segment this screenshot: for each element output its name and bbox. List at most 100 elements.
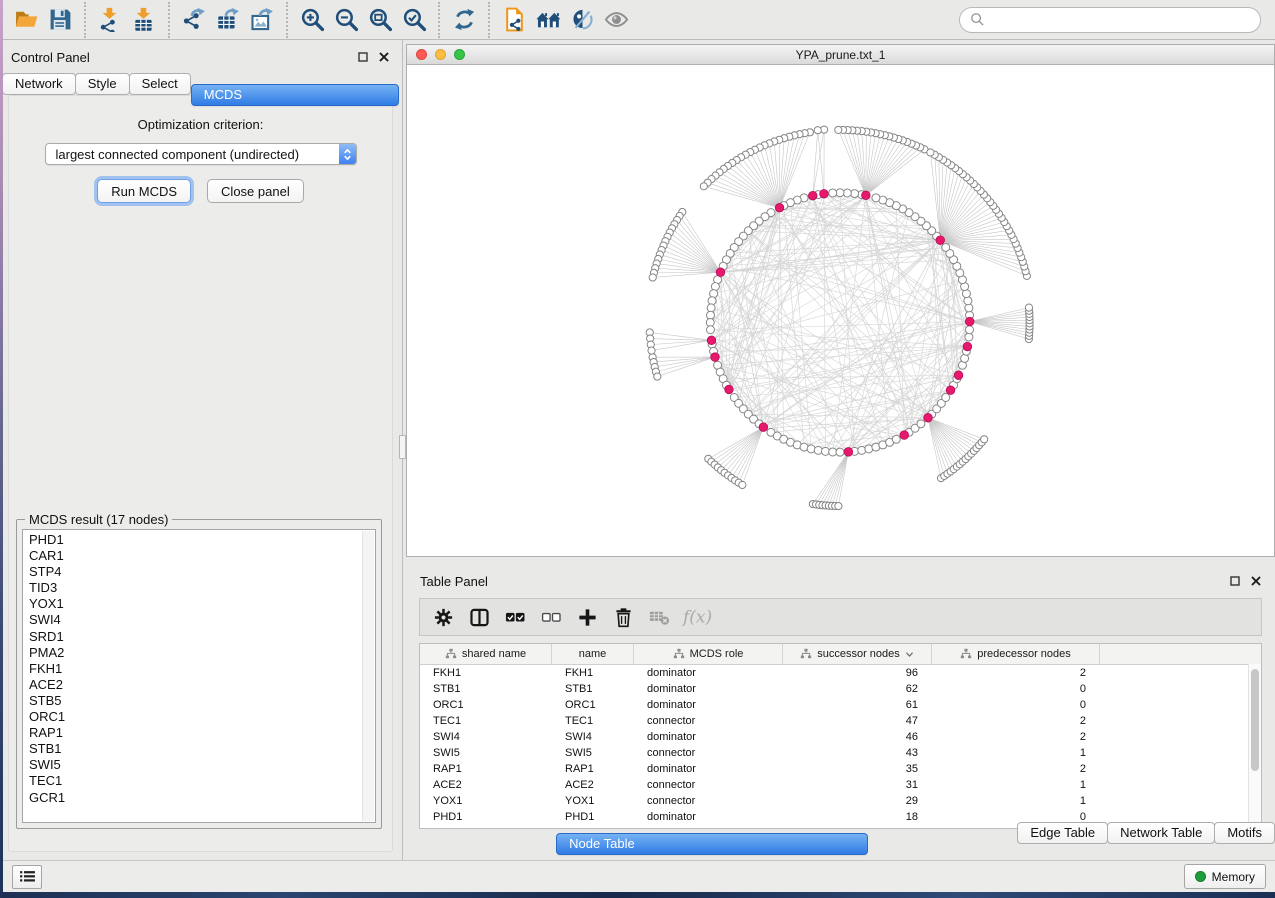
zoom-selected-icon[interactable] [400, 6, 428, 34]
eye-icon[interactable] [602, 6, 630, 34]
tab-select[interactable]: Select [129, 73, 191, 95]
tab-node-table[interactable]: Node Table [556, 833, 868, 855]
network-node[interactable] [700, 183, 707, 190]
network-node[interactable] [706, 318, 714, 326]
network-hub-node[interactable] [759, 423, 768, 432]
network-hub-node[interactable] [716, 268, 725, 277]
network-node[interactable] [821, 447, 829, 455]
mcds-node-item[interactable]: STP4 [29, 564, 375, 580]
network-hub-node[interactable] [965, 317, 974, 326]
tab-style[interactable]: Style [75, 73, 130, 95]
zoom-in-icon[interactable] [298, 6, 326, 34]
import-network-icon[interactable] [96, 6, 124, 34]
network-node[interactable] [829, 189, 837, 197]
deselect-all-checks-icon[interactable] [538, 603, 564, 631]
network-hub-node[interactable] [946, 386, 955, 395]
network-node[interactable] [814, 127, 821, 134]
network-window-titlebar[interactable]: YPA_prune.txt_1 [407, 45, 1274, 65]
network-hub-node[interactable] [862, 191, 871, 200]
table-row[interactable]: ACE2ACE2connector311 [420, 777, 1261, 793]
network-hub-node[interactable] [924, 413, 933, 422]
network-hub-node[interactable] [900, 431, 909, 440]
splitter-grip[interactable] [399, 435, 406, 459]
network-hub-node[interactable] [963, 342, 972, 351]
network-hub-node[interactable] [775, 203, 784, 212]
mcds-node-item[interactable]: TEC1 [29, 773, 375, 789]
network-node[interactable] [739, 481, 746, 488]
column-header-name[interactable]: name [552, 644, 634, 664]
column-header-predecessor-nodes[interactable]: predecessor nodes [932, 644, 1100, 664]
network-node[interactable] [814, 446, 822, 454]
network-node[interactable] [942, 394, 950, 402]
network-node[interactable] [1025, 304, 1032, 311]
network-hub-node[interactable] [808, 191, 817, 200]
tab-network[interactable]: Network [2, 73, 76, 95]
mcds-node-item[interactable]: GCR1 [29, 790, 375, 806]
mcds-node-item[interactable]: SWI4 [29, 612, 375, 628]
mcds-node-item[interactable]: PMA2 [29, 645, 375, 661]
export-table-icon[interactable] [214, 6, 242, 34]
table-row[interactable]: ORC1ORC1dominator610 [420, 697, 1261, 713]
tab-edge-table[interactable]: Edge Table [1017, 822, 1108, 844]
show-panels-list-button[interactable] [12, 865, 42, 889]
network-node[interactable] [707, 304, 715, 312]
network-node[interactable] [942, 243, 950, 251]
network-node[interactable] [981, 436, 988, 443]
mcds-node-item[interactable]: STB1 [29, 741, 375, 757]
refresh-icon[interactable] [450, 6, 478, 34]
mcds-node-item[interactable]: ACE2 [29, 677, 375, 693]
open-folder-icon[interactable] [12, 6, 40, 34]
network-node[interactable] [708, 297, 716, 305]
run-mcds-button[interactable]: Run MCDS [97, 179, 191, 203]
mcds-node-item[interactable]: YOX1 [29, 596, 375, 612]
column-header-shared-name[interactable]: shared name [420, 644, 552, 664]
mcds-list-scrollbar[interactable] [362, 531, 374, 821]
column-header-MCDS-role[interactable]: MCDS role [634, 644, 783, 664]
mcds-node-item[interactable]: RAP1 [29, 725, 375, 741]
network-hub-node[interactable] [844, 448, 853, 457]
table-row[interactable]: STB1STB1dominator620 [420, 681, 1261, 697]
network-hub-node[interactable] [711, 353, 720, 362]
network-node[interactable] [707, 326, 715, 334]
network-node[interactable] [649, 274, 656, 281]
select-all-checks-icon[interactable] [502, 603, 528, 631]
network-node[interactable] [835, 126, 842, 133]
panel-splitter[interactable] [399, 40, 406, 860]
save-disk-icon[interactable] [46, 6, 74, 34]
network-canvas[interactable] [407, 64, 1274, 556]
table-row[interactable]: YOX1YOX1connector291 [420, 793, 1261, 809]
tab-motifs[interactable]: Motifs [1214, 822, 1275, 844]
zoom-fit-icon[interactable] [366, 6, 394, 34]
table-row[interactable]: SWI4SWI4dominator462 [420, 729, 1261, 745]
network-node[interactable] [965, 304, 973, 312]
mcds-node-item[interactable]: STB5 [29, 693, 375, 709]
network-node[interactable] [927, 149, 934, 156]
table-scrollbar-thumb[interactable] [1251, 669, 1259, 771]
tab-mcds[interactable]: MCDS [191, 84, 399, 106]
gear-icon[interactable] [430, 603, 456, 631]
network-view[interactable] [407, 64, 1274, 556]
table-row[interactable]: SWI5SWI5connector431 [420, 745, 1261, 761]
import-table-icon[interactable] [130, 6, 158, 34]
toggle-graphics-details-icon[interactable] [568, 6, 596, 34]
network-node[interactable] [835, 502, 842, 509]
table-row[interactable]: FKH1FKH1dominator962 [420, 665, 1261, 681]
criterion-dropdown[interactable]: largest connected component (undirected) [45, 143, 357, 165]
split-columns-icon[interactable] [466, 603, 492, 631]
delete-trash-icon[interactable] [610, 603, 636, 631]
float-panel-icon[interactable] [1229, 576, 1240, 587]
network-node[interactable] [836, 189, 844, 197]
network-document-icon[interactable] [500, 6, 528, 34]
table-row[interactable]: RAP1RAP1dominator352 [420, 761, 1261, 777]
network-node[interactable] [917, 420, 925, 428]
mcds-node-item[interactable]: CAR1 [29, 548, 375, 564]
search-input[interactable] [991, 11, 1250, 28]
close-panel-icon[interactable] [378, 52, 389, 63]
network-node[interactable] [872, 194, 880, 202]
tab-network-table[interactable]: Network Table [1107, 822, 1215, 844]
table-scrollbar[interactable] [1248, 664, 1261, 828]
zoom-out-icon[interactable] [332, 6, 360, 34]
network-node[interactable] [654, 373, 661, 380]
network-node[interactable] [966, 326, 974, 334]
network-node[interactable] [836, 448, 844, 456]
